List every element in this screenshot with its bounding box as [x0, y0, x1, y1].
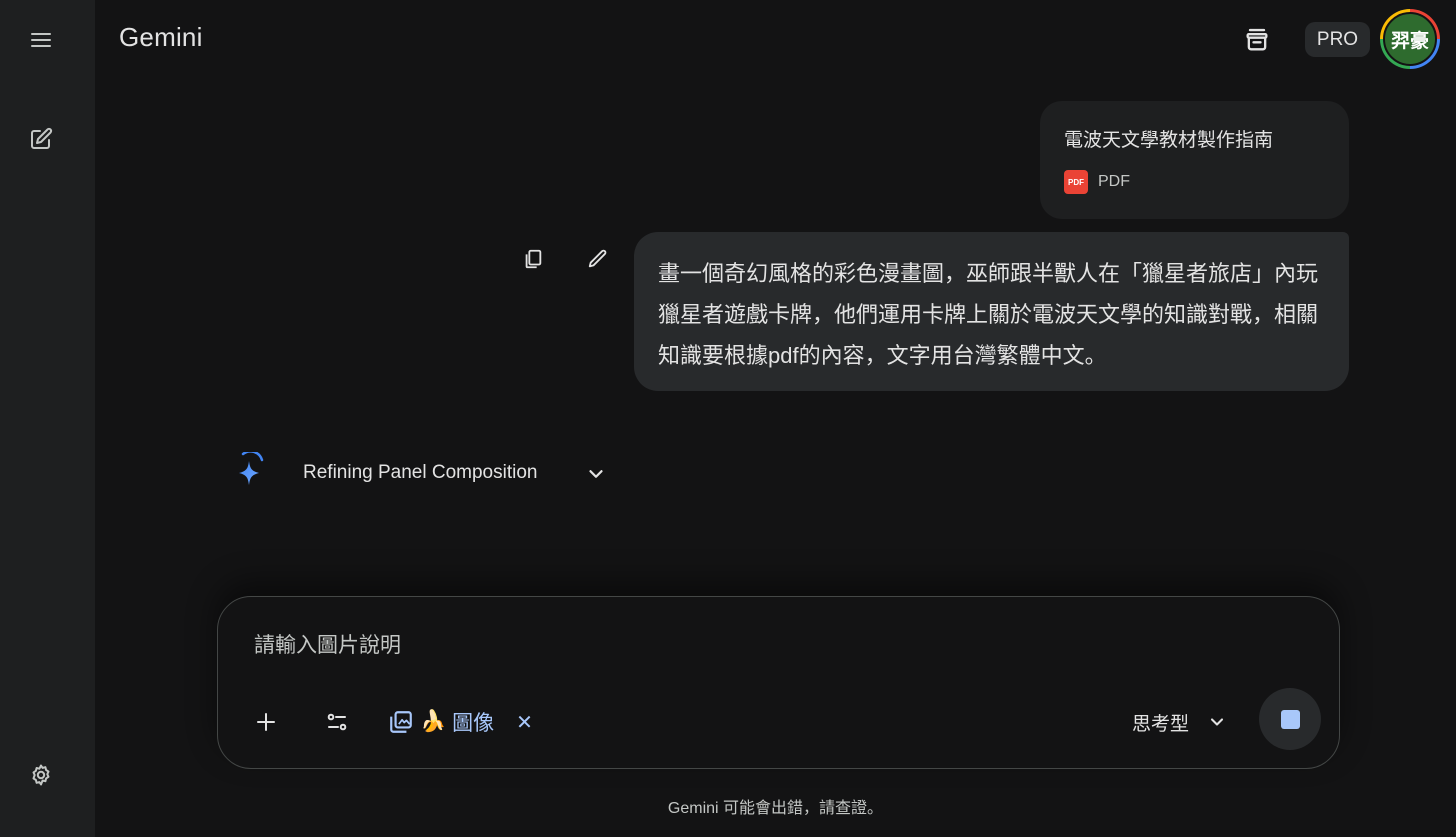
stop-icon — [1280, 709, 1300, 729]
mode-label: 思考型 — [1132, 713, 1190, 735]
user-prompt-bubble: 畫一個奇幻風格的彩色漫畫圖，巫師跟半獸人在「獵星者旅店」內玩獵星者遊戲卡牌，他們… — [634, 232, 1349, 391]
temporary-chat-button[interactable] — [1237, 20, 1277, 60]
pencil-icon — [588, 249, 607, 268]
copy-prompt-button[interactable] — [513, 239, 553, 279]
thinking-status-label[interactable]: Refining Panel Composition — [303, 462, 537, 484]
attachment-type-row: PDF PDF — [1064, 170, 1325, 194]
gear-icon — [32, 764, 50, 786]
chevron-down-icon — [589, 470, 603, 478]
banana-emoji: 🍌 — [420, 710, 447, 733]
thinking-expand-button[interactable] — [580, 458, 612, 490]
avatar: 羿豪 — [1383, 12, 1437, 66]
add-attachment-button[interactable] — [246, 702, 286, 742]
new-chat-button[interactable] — [21, 119, 61, 159]
close-icon[interactable]: ✕ — [516, 710, 533, 735]
image-stack-icon — [390, 711, 412, 733]
attachment-title: 電波天文學教材製作指南 — [1064, 130, 1274, 151]
pdf-file-icon: PDF — [1064, 170, 1088, 194]
edit-square-icon — [31, 127, 53, 149]
chevron-down-icon — [1210, 718, 1224, 726]
prompt-composer: 🍌 圖像 ✕ 思考型 — [217, 596, 1340, 769]
menu-icon — [31, 33, 51, 47]
settings-button[interactable] — [21, 755, 61, 795]
archive-icon — [1246, 28, 1268, 51]
copy-icon — [525, 249, 542, 269]
gemini-spark-icon — [239, 452, 264, 485]
tools-button[interactable] — [317, 702, 357, 742]
attachment-type-label: PDF — [1098, 173, 1130, 190]
model-mode-select[interactable]: 思考型 — [1132, 702, 1227, 742]
attachment-card[interactable]: 電波天文學教材製作指南 PDF PDF — [1040, 101, 1349, 219]
edit-prompt-button[interactable] — [578, 239, 618, 279]
disclaimer-text: Gemini 可能會出錯，請查證。 — [667, 800, 884, 817]
menu-button[interactable] — [21, 20, 61, 60]
account-avatar-button[interactable]: 羿豪 — [1380, 9, 1440, 69]
tune-icon — [327, 713, 347, 731]
stop-generation-button[interactable] — [1259, 688, 1321, 750]
pro-badge[interactable]: PRO — [1305, 22, 1370, 57]
prompt-input[interactable] — [254, 629, 1254, 663]
brand-title[interactable]: Gemini — [119, 22, 203, 53]
image-tool-chip[interactable]: 🍌 圖像 ✕ — [388, 702, 533, 742]
gemini-app: Gemini PRO 羿豪 電波天文學教材製作指南 PDF PDF 畫一個奇幻風… — [0, 0, 1456, 837]
image-tool-chip-label: 圖像 — [452, 712, 495, 735]
sidebar-rail — [0, 0, 95, 837]
plus-icon — [257, 713, 275, 731]
